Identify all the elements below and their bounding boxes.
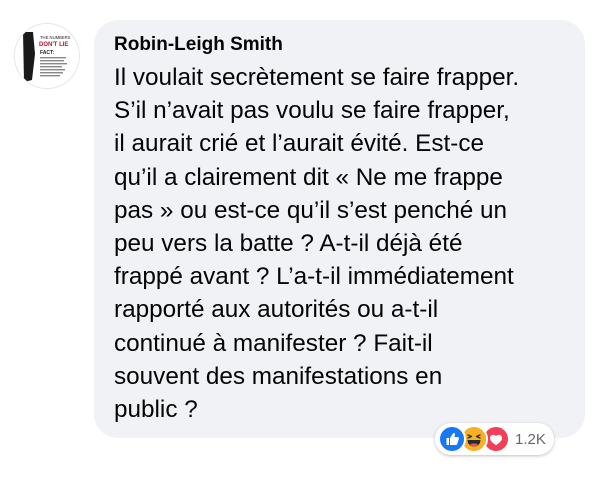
comment-line: continué à manifester ? Fait-il — [114, 329, 433, 357]
comment-line: souvent des manifestations en — [114, 362, 443, 390]
reaction-count: 1.2K — [515, 430, 546, 448]
comment-line: frappé avant ? L’a-t-il immédiatement — [114, 263, 514, 291]
reactions-summary[interactable]: 1.2K — [435, 423, 554, 455]
comment-line: S’il n’avait pas voulu se faire frapper, — [114, 97, 510, 125]
comment-line: Il voulait secrètement se faire frapper. — [114, 64, 520, 91]
comment-line: public ? — [114, 396, 198, 424]
comment-line: peu vers la batte ? A-t-il déjà été — [114, 230, 463, 258]
comment-line: qu’il a clairement dit « Ne me frappe — [114, 163, 503, 191]
comment-line: pas » ou est-ce qu’il s’est penché un — [114, 196, 508, 224]
comment-author[interactable]: Robin-Leigh Smith — [114, 34, 283, 56]
avatar-line-2: DON'T LIE — [39, 42, 68, 48]
avatar[interactable]: THE NUMBERS DON'T LIE FACT: — [14, 23, 80, 89]
comment-line: il aurait crié et l’aurait évité. Est-ce — [114, 130, 484, 158]
avatar-image: THE NUMBERS DON'T LIE FACT: — [15, 24, 79, 88]
like-icon — [438, 425, 466, 453]
avatar-line-3: FACT: — [40, 50, 55, 56]
comment-line: rapporté aux autorités ou a-t-il — [114, 296, 439, 324]
comment-text: Il voulait secrètement se faire frapper.… — [114, 61, 569, 426]
avatar-line-1: THE NUMBERS — [40, 35, 71, 40]
comment-bubble: Robin-Leigh Smith Il voulait secrètement… — [94, 20, 585, 438]
